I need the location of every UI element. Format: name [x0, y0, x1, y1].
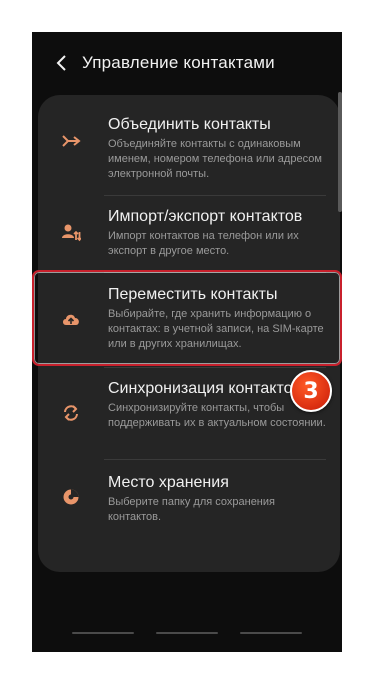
storage-icon [60, 486, 82, 508]
merge-icon [60, 130, 82, 152]
back-arrow-icon [56, 55, 66, 71]
navigation-bar [32, 622, 342, 652]
menu-item-description: Объединяйте контакты с одинаковым именем… [108, 138, 322, 180]
app-header: Управление контактами [32, 32, 342, 94]
step-badge: 3 [290, 370, 332, 412]
menu-item-title: Место хранения [108, 474, 229, 491]
phone-screen: Управление контактами Объединить контакт… [32, 32, 342, 652]
sync-icon [60, 402, 82, 424]
menu-item-merge-contacts[interactable]: Объединить контакты Объединяйте контакты… [38, 95, 340, 195]
back-button[interactable] [50, 51, 74, 75]
highlight-frame [32, 270, 342, 366]
menu-item-storage-location[interactable]: Место хранения Выберите папку для сохран… [38, 460, 340, 540]
nav-home-button[interactable] [156, 632, 218, 634]
nav-back-button[interactable] [240, 632, 302, 634]
scrollbar[interactable] [338, 92, 342, 212]
menu-item-description: Выберите папку для сохранения контактов. [108, 496, 275, 523]
nav-recent-button[interactable] [72, 632, 134, 634]
menu-item-title: Импорт/экспорт контактов [108, 208, 303, 225]
menu-item-import-export[interactable]: Импорт/экспорт контактов Импорт контакто… [38, 196, 340, 271]
menu-item-title: Объединить контакты [108, 116, 271, 133]
menu-item-description: Импорт контактов на телефон или их экспо… [108, 230, 299, 257]
page-title: Управление контактами [82, 53, 275, 72]
import-export-icon [60, 221, 82, 243]
